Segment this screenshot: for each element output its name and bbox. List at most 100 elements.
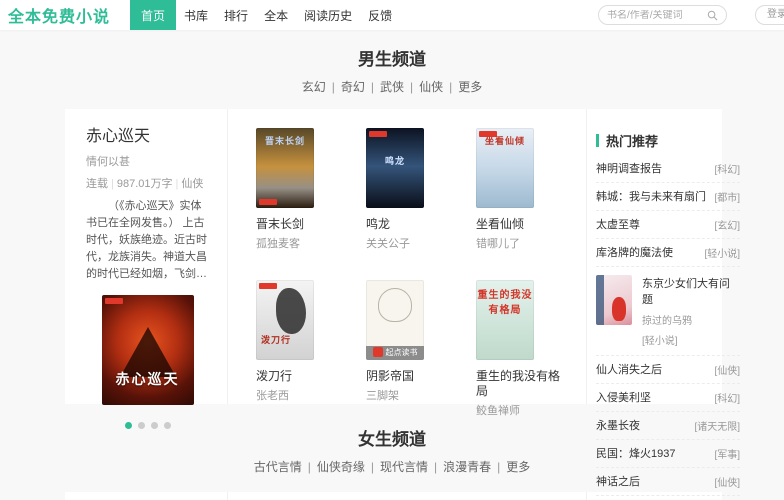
category-link[interactable]: 浪漫青春: [443, 460, 491, 474]
hot-item[interactable]: 民国：烽火1937 [军事]: [596, 440, 740, 468]
category-link[interactable]: 仙侠: [419, 80, 443, 94]
category-link[interactable]: 仙侠奇缘: [317, 460, 365, 474]
hot-item[interactable]: 神明调查报告 [科幻]: [596, 155, 740, 183]
book-title[interactable]: 泼刀行: [256, 369, 346, 384]
site-logo[interactable]: 全本免费小说: [8, 3, 110, 27]
cover-title-text: 泼刀行: [256, 333, 314, 346]
cover-art-sketch: [378, 288, 412, 322]
book-cover[interactable]: 晋末长剑: [256, 128, 314, 208]
hot-item-title: 入侵美利坚: [596, 389, 651, 405]
book-title[interactable]: 坐看仙倾: [476, 217, 566, 232]
hot-item-tag: [科幻]: [714, 161, 740, 176]
featured-book-title[interactable]: 赤心巡天: [86, 122, 209, 146]
male-channel-card: 赤心巡天 情何以甚 连载|987.01万字|仙侠 （《赤心巡天》实体书已在全网发…: [65, 109, 722, 404]
nav-item-home[interactable]: 首页: [130, 0, 176, 30]
cover-title-text: 坐看仙倾: [476, 134, 534, 147]
hot-item-title: 太虚至尊: [596, 216, 640, 232]
qidian-badge-icon: [105, 298, 123, 304]
hot-item-title: 永墨长夜: [596, 417, 640, 433]
category-link[interactable]: 玄幻: [302, 80, 326, 94]
meta-separator: |: [176, 178, 179, 190]
hot-item-author: 掠过的乌鸦: [642, 312, 740, 327]
hot-item-title: 神话之后: [596, 473, 640, 489]
category-separator: |: [371, 80, 374, 94]
header: 全本免费小说 首页 书库 排行 全本 阅读历史 反馈 登录: [0, 0, 784, 30]
featured-book-meta: 连载|987.01万字|仙侠: [86, 175, 209, 191]
hot-item-tag: [都市]: [714, 189, 740, 204]
qidian-logo-icon: [373, 347, 383, 357]
category-link[interactable]: 古代言情: [254, 460, 302, 474]
qidian-badge-icon: [259, 283, 277, 289]
search-input[interactable]: [607, 10, 707, 21]
category-separator: |: [449, 80, 452, 94]
hot-item-tag: [军事]: [714, 446, 740, 461]
book-author: 三脚架: [366, 387, 456, 403]
hot-recommend-header: 热门推荐: [596, 131, 740, 150]
hot-item-title: 库洛牌的魔法使: [596, 244, 673, 260]
hot-item[interactable]: 韩城：我与未来有扇门 [都市]: [596, 183, 740, 211]
nav-item-library[interactable]: 书库: [176, 0, 216, 30]
book-card: 重生的我没有格局 重生的我没有格局 鲛鱼禅师: [476, 280, 566, 432]
carousel-dot[interactable]: [164, 422, 171, 429]
category-separator: |: [497, 460, 500, 474]
carousel-dot[interactable]: [138, 422, 145, 429]
nav-item-ranking[interactable]: 排行: [216, 0, 256, 30]
hot-item-tag: [玄幻]: [714, 217, 740, 232]
hot-item-thumb-cover: [596, 275, 632, 325]
hot-item[interactable]: 永墨长夜 [诸天无限]: [596, 412, 740, 440]
book-cover[interactable]: 坐看仙倾: [476, 128, 534, 208]
featured-book-genre: 仙侠: [181, 178, 203, 190]
female-channel-card: 鉴昭行 热门推荐: [65, 492, 722, 500]
featured-book-panel: 鉴昭行: [65, 492, 228, 500]
hot-item-info: 东京少女们大有问题 掠过的乌鸦 [轻小说]: [642, 275, 740, 347]
hot-item[interactable]: 太虚至尊 [玄幻]: [596, 211, 740, 239]
featured-book-author: 情何以甚: [86, 153, 209, 169]
book-card: 晋末长剑 晋末长剑 孤独麦客: [256, 128, 346, 280]
search-icon[interactable]: [707, 10, 718, 21]
hot-item-tag: [诸天无限]: [694, 418, 740, 433]
category-link[interactable]: 更多: [506, 460, 530, 474]
category-separator: |: [410, 80, 413, 94]
carousel-dots: [86, 422, 209, 429]
book-cover[interactable]: 鸣龙: [366, 128, 424, 208]
book-cover[interactable]: 重生的我没有格局: [476, 280, 534, 360]
male-channel-title: 男生频道: [0, 45, 784, 70]
cover-title-text: 赤心巡天: [102, 369, 194, 389]
hot-recommend-panel: 热门推荐: [587, 492, 745, 500]
search-box: [598, 5, 727, 25]
category-link[interactable]: 现代言情: [380, 460, 428, 474]
cover-art-ink-figure: [276, 288, 306, 334]
featured-book-cover[interactable]: 赤心巡天: [102, 295, 194, 405]
hot-item-tag: [轻小说]: [642, 332, 740, 347]
category-link[interactable]: 奇幻: [341, 80, 365, 94]
nav-item-feedback[interactable]: 反馈: [360, 0, 400, 30]
book-card: 鸣龙 鸣龙 关关公子: [366, 128, 456, 280]
nav-item-complete[interactable]: 全本: [256, 0, 296, 30]
book-author: 错哪儿了: [476, 235, 566, 251]
category-link[interactable]: 更多: [458, 80, 482, 94]
book-title[interactable]: 晋末长剑: [256, 217, 346, 232]
main-nav: 首页 书库 排行 全本 阅读历史 反馈: [130, 0, 400, 30]
hot-list: 神明调查报告 [科幻] 韩城：我与未来有扇门 [都市] 太虚至尊 [玄幻] 库洛…: [596, 155, 740, 496]
book-grid: 晋末长剑 晋末长剑 孤独麦客 鸣龙 鸣龙 关关公子 坐看仙倾 坐看仙倾 错哪儿了: [228, 109, 587, 404]
hot-item[interactable]: 库洛牌的魔法使 [轻小说]: [596, 239, 740, 267]
hot-item-title: 民国：烽火1937: [596, 445, 675, 461]
book-cover[interactable]: 起点读书: [366, 280, 424, 360]
category-separator: |: [332, 80, 335, 94]
carousel-dot[interactable]: [151, 422, 158, 429]
category-separator: |: [371, 460, 374, 474]
category-link[interactable]: 武侠: [380, 80, 404, 94]
book-title[interactable]: 重生的我没有格局: [476, 369, 566, 399]
book-grid: [228, 492, 587, 500]
nav-item-history[interactable]: 阅读历史: [296, 0, 360, 30]
book-cover[interactable]: 泼刀行: [256, 280, 314, 360]
accent-bar-icon: [596, 134, 599, 147]
hot-item[interactable]: 入侵美利坚 [科幻]: [596, 384, 740, 412]
book-title[interactable]: 鸣龙: [366, 217, 456, 232]
hot-item-tag: [仙侠]: [714, 362, 740, 377]
login-button[interactable]: 登录: [755, 5, 784, 25]
hot-item-featured[interactable]: 东京少女们大有问题 掠过的乌鸦 [轻小说]: [596, 267, 740, 356]
hot-item[interactable]: 仙人消失之后 [仙侠]: [596, 356, 740, 384]
carousel-dot[interactable]: [125, 422, 132, 429]
book-title[interactable]: 阴影帝国: [366, 369, 456, 384]
